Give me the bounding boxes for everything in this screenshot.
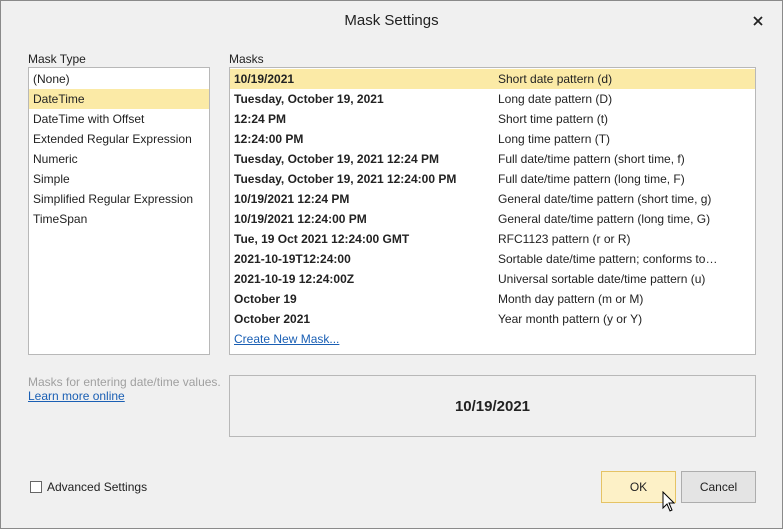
advanced-settings-label: Advanced Settings (47, 480, 148, 494)
mask-row[interactable]: Tuesday, October 19, 2021 12:24:00 PM Ful… (230, 169, 755, 189)
mask-example: 10/19/2021 12:24:00 PM (234, 212, 367, 226)
mask-example: October 2021 (234, 312, 311, 326)
mask-description: Long date pattern (D) (498, 92, 613, 106)
mask-type-item[interactable]: DateTime (29, 89, 209, 109)
mask-row[interactable]: 2021-10-19 12:24:00Z Universal sortable d… (230, 269, 755, 289)
mask-type-item[interactable]: Simplified Regular Expression (29, 189, 209, 209)
mask-example: Tuesday, October 19, 2021 12:24 PM (234, 152, 439, 166)
mask-type-item[interactable]: Numeric (29, 149, 209, 169)
mask-example: 12:24 PM (234, 112, 287, 126)
mask-row[interactable]: 12:24 PM Short time pattern (t) (230, 109, 755, 129)
mask-description: Short date pattern (d) (498, 72, 613, 86)
mask-description: Long time pattern (T) (498, 132, 611, 146)
create-new-mask-link[interactable]: Create New Mask... (234, 332, 339, 346)
mask-row[interactable]: Tue, 19 Oct 2021 12:24:00 GMT RFC1123 pat… (230, 229, 755, 249)
mask-preview: 10/19/2021 (229, 375, 756, 437)
mask-example: Tuesday, October 19, 2021 (234, 92, 384, 106)
mask-example: 10/19/2021 (234, 72, 295, 86)
masks-list[interactable]: 10/19/2021 Short date pattern (d) Tuesday,… (229, 67, 756, 355)
mask-example: Tue, 19 Oct 2021 12:24:00 GMT (234, 232, 410, 246)
mask-example: 10/19/2021 12:24 PM (234, 192, 350, 206)
mask-row[interactable]: 10/19/2021 12:24 PM General date/time pat… (230, 189, 755, 209)
mask-settings-dialog: Mask Settings Mask Type (None) DateTime Da… (0, 0, 783, 529)
preview-value: 10/19/2021 (454, 397, 531, 415)
mouse-pointer-icon (662, 491, 676, 512)
mask-row[interactable]: Tuesday, October 19, 2021 Long date patte… (230, 89, 755, 109)
close-button[interactable] (748, 11, 768, 31)
learn-more-link[interactable]: Learn more online (28, 389, 125, 403)
mask-type-list[interactable]: (None) DateTime DateTime with Offset Extend… (28, 67, 210, 355)
mask-row[interactable]: 10/19/2021 12:24:00 PM General date/time … (230, 209, 755, 229)
mask-description: Full date/time pattern (short time, f) (498, 152, 685, 166)
mask-row[interactable]: 2021-10-19T12:24:00 Sortable date/time pa… (230, 249, 755, 269)
mask-example: 12:24:00 PM (234, 132, 304, 146)
mask-description: Full date/time pattern (long time, F) (498, 172, 685, 186)
mask-row[interactable]: 10/19/2021 Short date pattern (d) (230, 69, 755, 89)
mask-type-item[interactable]: (None) (29, 69, 209, 89)
mask-description: General date/time pattern (short time, g… (498, 192, 712, 206)
cancel-button[interactable]: Cancel (681, 471, 756, 503)
mask-type-label: Mask Type (28, 52, 86, 66)
masks-label: Masks (229, 52, 264, 66)
mask-example: October 19 (234, 292, 297, 306)
mask-type-item[interactable]: DateTime with Offset (29, 109, 209, 129)
checkbox-box[interactable] (30, 481, 42, 493)
mask-row[interactable]: Tuesday, October 19, 2021 12:24 PM Full d… (230, 149, 755, 169)
mask-description: Month day pattern (m or M) (498, 292, 644, 306)
mask-example: Tuesday, October 19, 2021 12:24:00 PM (234, 172, 457, 186)
mask-description: Universal sortable date/time pattern (u) (498, 272, 706, 286)
mask-description: Short time pattern (t) (498, 112, 609, 126)
mask-description: Sortable date/time pattern; conforms to … (498, 252, 718, 266)
dialog-title: Mask Settings (344, 12, 439, 29)
mask-description: RFC1123 pattern (r or R) (498, 232, 631, 246)
mask-hint-text: Masks for entering date/time values. (28, 375, 221, 389)
mask-example: 2021-10-19 12:24:00Z (234, 272, 355, 286)
mask-type-item[interactable]: TimeSpan (29, 209, 209, 229)
advanced-settings-checkbox[interactable]: Advanced Settings (30, 480, 147, 494)
mask-description: Year month pattern (y or Y) (498, 312, 643, 326)
mask-example: 2021-10-19T12:24:00 (234, 252, 351, 266)
close-icon (753, 16, 763, 26)
mask-row[interactable]: October 19 Month day pattern (m or M) (230, 289, 755, 309)
mask-type-item[interactable]: Extended Regular Expression (29, 129, 209, 149)
mask-type-item[interactable]: Simple (29, 169, 209, 189)
mask-row[interactable]: October 2021 Year month pattern (y or Y) (230, 309, 755, 329)
title-bar: Mask Settings (1, 1, 782, 41)
mask-row[interactable]: 12:24:00 PM Long time pattern (T) (230, 129, 755, 149)
mask-description: General date/time pattern (long time, G) (498, 212, 711, 226)
